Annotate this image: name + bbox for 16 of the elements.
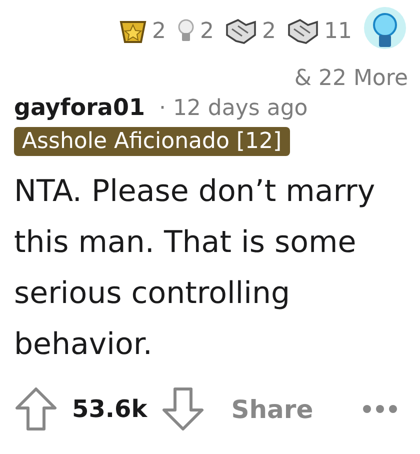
award-count: 2: [152, 18, 166, 44]
comment-text: NTA. Please don’t marry this man. That is some serious controlling behavior.: [14, 173, 376, 364]
share-button[interactable]: Share: [219, 394, 314, 424]
award-count: 2: [200, 18, 214, 44]
award-count: 2: [262, 18, 276, 44]
username[interactable]: gayfora01: [14, 95, 145, 121]
award-count: 11: [324, 18, 352, 44]
timestamp: · 12 days ago: [158, 96, 308, 121]
more-options-icon[interactable]: [362, 404, 398, 414]
lightbulb-icon: [176, 18, 196, 44]
upvote-icon[interactable]: [14, 386, 58, 432]
star-award-icon: [118, 18, 148, 44]
downvote-icon[interactable]: [161, 386, 206, 432]
vote-score: 53.6k: [72, 395, 148, 423]
more-awards-link[interactable]: & 22 More: [294, 66, 408, 91]
user-flair: Asshole Aficionado [12]: [14, 127, 290, 156]
